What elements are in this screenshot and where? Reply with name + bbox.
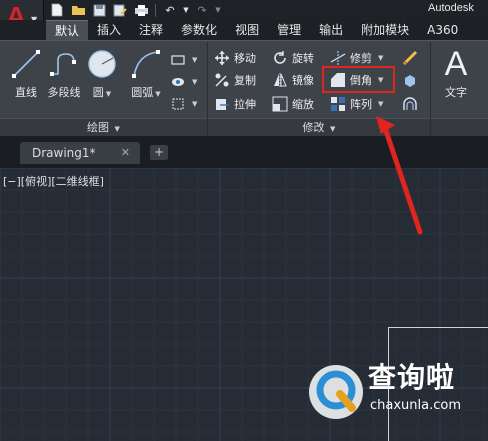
watermark-logo-icon: [309, 365, 363, 419]
watermark: 查询啦 chaxunla.com: [306, 356, 484, 428]
watermark-url: chaxunla.com: [370, 398, 461, 413]
watermark-title: 查询啦: [368, 361, 456, 394]
